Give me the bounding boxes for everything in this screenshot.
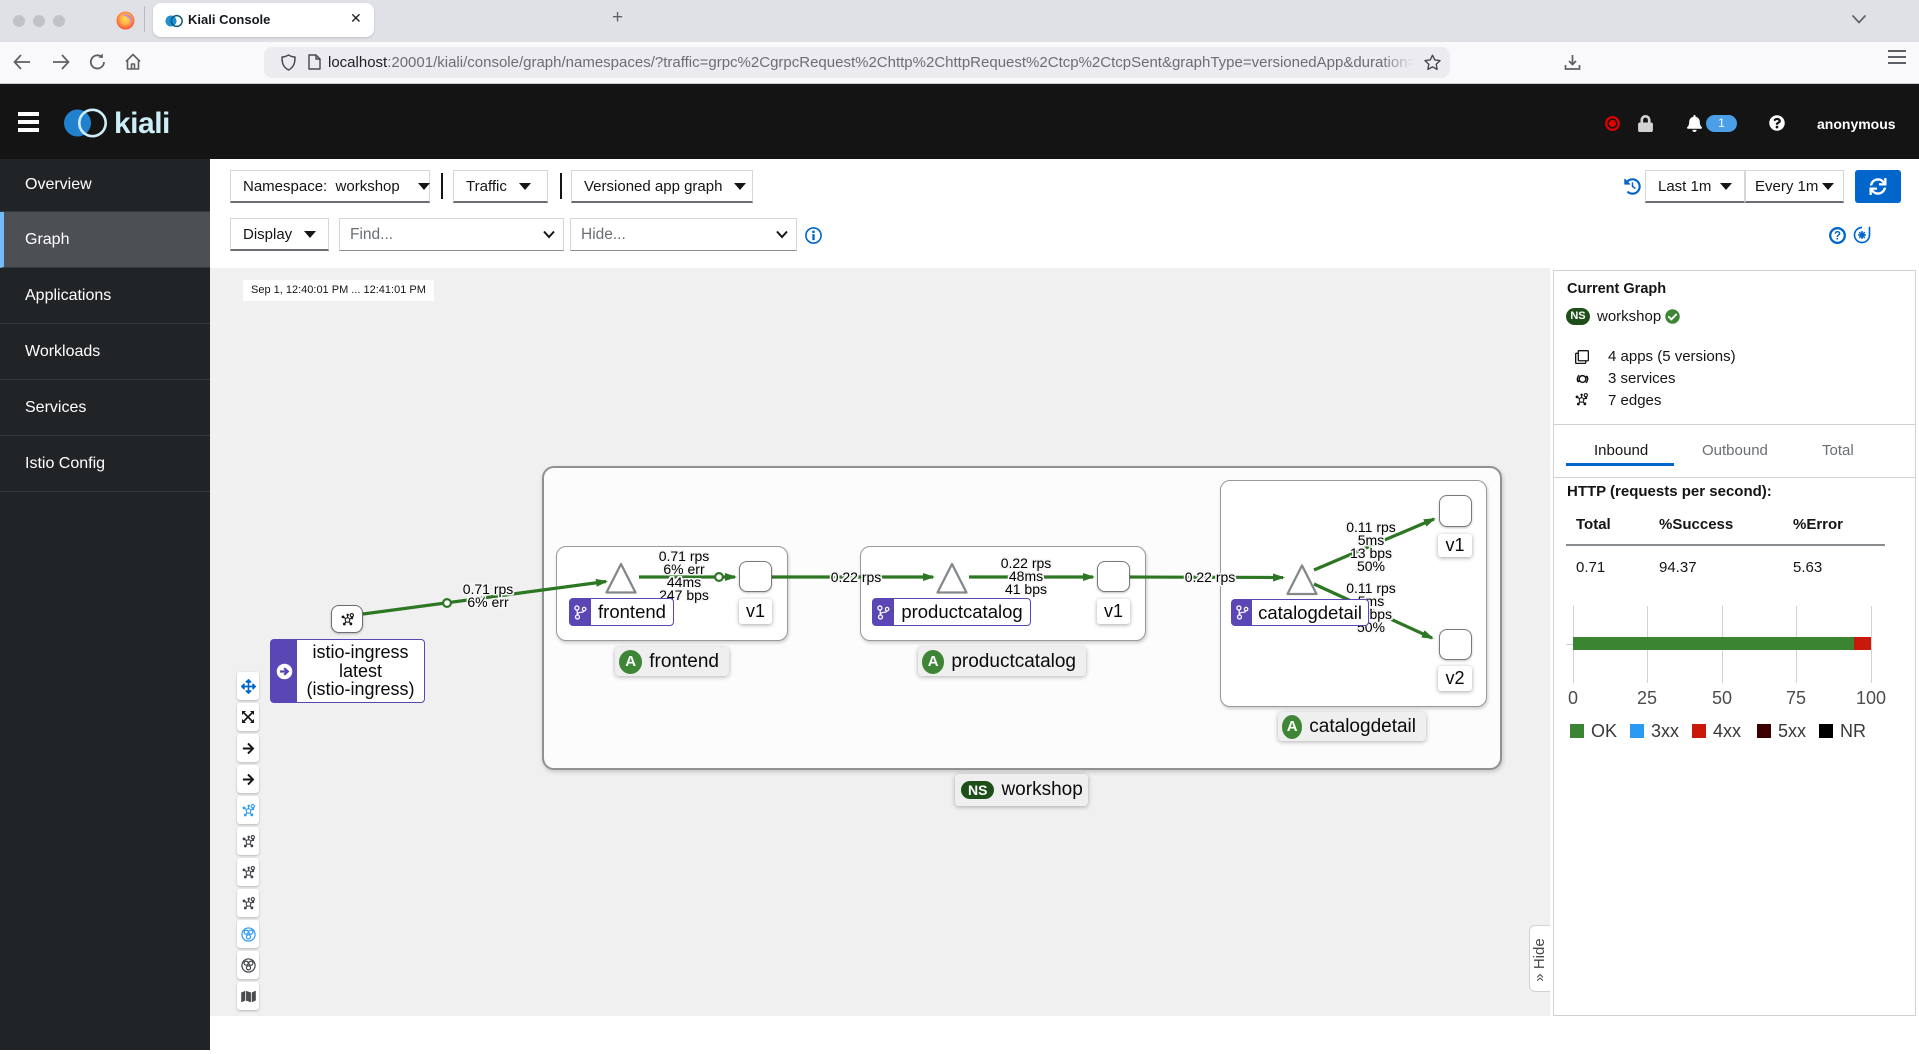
svg-text:?: ? xyxy=(1834,230,1841,242)
